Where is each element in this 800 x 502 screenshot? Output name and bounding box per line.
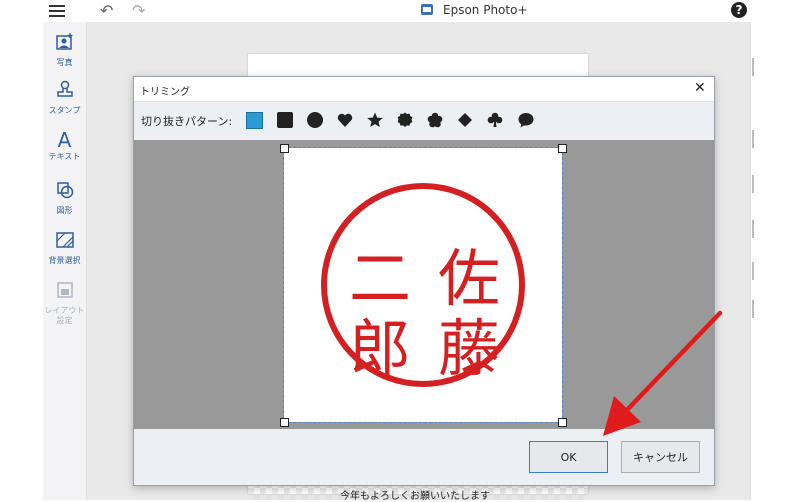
red-arrow-annotation: [603, 310, 723, 436]
